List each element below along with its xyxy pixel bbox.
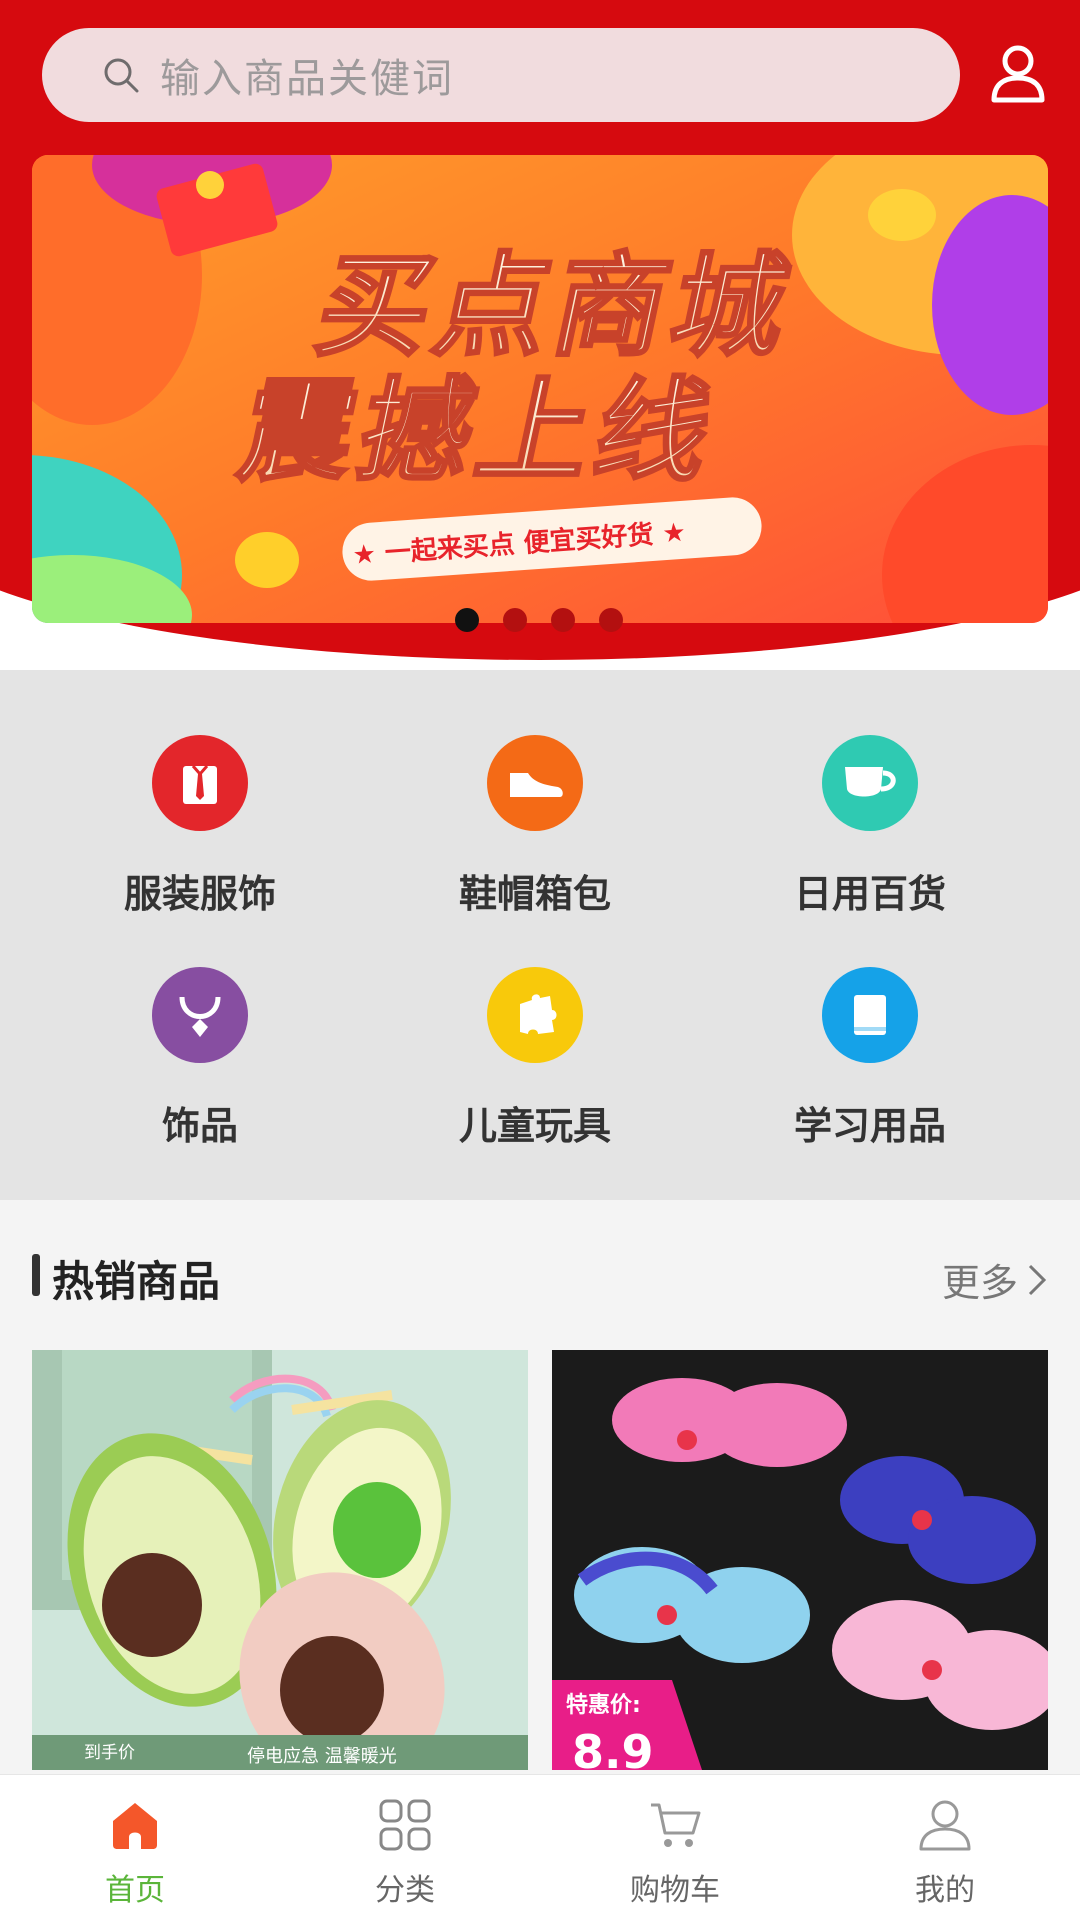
tab-cart[interactable]: 购物车 xyxy=(540,1775,810,1920)
banner-pagination xyxy=(455,608,623,632)
shirt-tie-icon xyxy=(152,735,248,831)
category-daily-goods[interactable]: 日用百货 xyxy=(740,735,1000,918)
hot-products-title: 热销商品 xyxy=(52,1257,221,1306)
banner-dot-2[interactable] xyxy=(503,608,527,632)
category-toys[interactable]: 儿童玩具 xyxy=(405,967,665,1150)
search-icon xyxy=(104,58,139,93)
puzzle-icon xyxy=(487,967,583,1063)
banner-headline-line2: 震撼上线 xyxy=(229,366,729,497)
user-profile-icon[interactable] xyxy=(990,44,1046,104)
promo-banner[interactable]: 买点商城 震撼上线 ★ 一起来买点 便宜买好货 ★ xyxy=(32,155,1048,623)
search-input-placeholder[interactable]: 输入商品关健词 xyxy=(160,46,454,104)
home-page: 输入商品关健词 买点商城 震撼上线 ★ 一起来买点 便宜买好货 ★ 服装服饰 鞋… xyxy=(0,0,1080,1920)
tab-label: 首页 xyxy=(105,1873,165,1908)
category-label: 日用百货 xyxy=(793,872,946,916)
banner-headline-line1: 买点商城 xyxy=(306,241,806,372)
category-stationery[interactable]: 学习用品 xyxy=(740,967,1000,1150)
banner-dot-4[interactable] xyxy=(599,608,623,632)
category-label: 鞋帽箱包 xyxy=(458,872,611,916)
home-icon xyxy=(113,1803,157,1849)
bottom-tab-bar: 首页 分类 购物车 我的 xyxy=(0,1774,1080,1920)
product-image: 特惠价: 8.9 xyxy=(552,1350,1048,1770)
banner-artwork: 买点商城 震撼上线 ★ 一起来买点 便宜买好货 ★ xyxy=(32,155,1048,623)
necklace-icon xyxy=(152,967,248,1063)
user-icon xyxy=(919,1800,971,1851)
more-link-label: 更多 xyxy=(941,1261,1018,1305)
product-badge: 到手价 xyxy=(84,1743,135,1763)
category-label: 服装服饰 xyxy=(123,872,276,916)
chevron-right-icon xyxy=(1028,1264,1047,1295)
search-bar[interactable]: 输入商品关健词 xyxy=(42,28,960,122)
product-price: 8.9 xyxy=(572,1725,654,1770)
cart-icon xyxy=(651,1803,701,1847)
shoe-icon xyxy=(487,735,583,831)
category-label: 学习用品 xyxy=(793,1104,946,1148)
category-label: 儿童玩具 xyxy=(458,1104,611,1148)
category-accessories[interactable]: 饰品 xyxy=(70,967,330,1150)
product-image: 到手价 停电应急 温馨暖光 xyxy=(32,1350,528,1770)
banner-dot-3[interactable] xyxy=(551,608,575,632)
category-clothing[interactable]: 服装服饰 xyxy=(70,735,330,918)
product-card-avocado-fan[interactable]: 到手价 停电应急 温馨暖光 xyxy=(32,1350,528,1770)
section-accent-bar xyxy=(32,1254,40,1296)
category-label: 饰品 xyxy=(161,1104,238,1148)
cup-icon xyxy=(822,735,918,831)
grid-icon xyxy=(379,1799,431,1851)
product-badge: 特惠价: xyxy=(566,1692,641,1718)
product-card-kids-clogs[interactable]: 特惠价: 8.9 xyxy=(552,1350,1048,1770)
tab-label: 分类 xyxy=(375,1873,435,1908)
product-caption: 停电应急 温馨暖光 xyxy=(247,1746,397,1767)
tab-mine[interactable]: 我的 xyxy=(810,1775,1080,1920)
tab-category[interactable]: 分类 xyxy=(270,1775,540,1920)
hot-products-header: 热销商品 更多 xyxy=(32,1248,1048,1308)
banner-dot-1[interactable] xyxy=(455,608,479,632)
book-icon xyxy=(822,967,918,1063)
category-shoes-bags[interactable]: 鞋帽箱包 xyxy=(405,735,665,918)
tab-label: 我的 xyxy=(915,1873,975,1908)
category-grid: 服装服饰 鞋帽箱包 日用百货 饰品 儿童玩具 学习用品 xyxy=(0,670,1080,1200)
tab-home[interactable]: 首页 xyxy=(0,1775,270,1920)
more-link[interactable]: 更多 xyxy=(942,1252,1048,1307)
tab-label: 购物车 xyxy=(630,1873,720,1908)
